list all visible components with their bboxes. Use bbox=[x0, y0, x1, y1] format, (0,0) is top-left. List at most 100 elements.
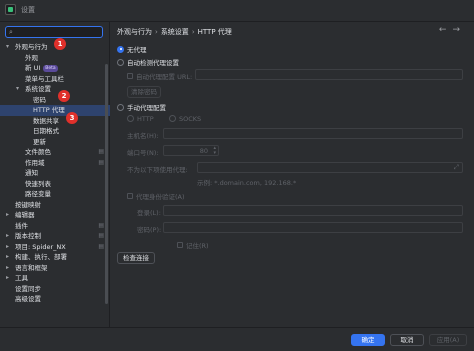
sidebar-item-label: 设置同步 bbox=[15, 284, 41, 293]
sidebar-item-label: 构建、执行、部署 bbox=[15, 253, 67, 261]
chevron-right-icon[interactable]: ▸ bbox=[6, 252, 9, 263]
settings-content: 外观与行为 › 系统设置 › HTTP 代理 ←→ 无代理 自动检测代理设置 自动代理配… bbox=[111, 22, 474, 327]
sidebar-item-label: 通知 bbox=[25, 169, 38, 177]
http-radio bbox=[127, 114, 134, 122]
sidebar-item[interactable]: HTTP 代理 bbox=[0, 105, 110, 116]
sidebar-item-label: 项目: Spider_NX bbox=[15, 242, 66, 251]
sidebar-item[interactable]: 文件颜色 ▤ bbox=[0, 147, 110, 158]
sidebar-item[interactable]: ▸ 版本控制 ▤ bbox=[0, 231, 110, 242]
sidebar-item-label: 插件 bbox=[15, 221, 28, 230]
chevron-down-icon[interactable]: ▾ bbox=[16, 84, 19, 95]
chevron-right-icon[interactable]: ▸ bbox=[6, 273, 9, 284]
sidebar-item[interactable]: 数据共享 bbox=[0, 116, 110, 127]
back-arrow-icon[interactable]: ← bbox=[439, 25, 453, 35]
auto-config-url-option: 自动代理配置 URL: bbox=[127, 71, 192, 81]
proxy-auth-label: 代理身份验证(A) bbox=[136, 193, 185, 201]
sidebar-item-label: 新 UI bbox=[25, 64, 41, 72]
sidebar-scrollbar[interactable] bbox=[105, 64, 108, 304]
auto-detect-radio[interactable] bbox=[117, 58, 124, 66]
sidebar-item[interactable]: ▸ 工具 bbox=[0, 273, 110, 284]
sidebar-item[interactable]: ▸ 编辑器 bbox=[0, 210, 110, 221]
no-proxy-option[interactable]: 无代理 bbox=[117, 44, 147, 54]
chevron-down-icon[interactable]: ▾ bbox=[6, 42, 9, 53]
annotation-marker-1: 1 bbox=[54, 38, 66, 50]
auto-detect-label: 自动检测代理设置 bbox=[127, 59, 179, 67]
auto-config-url-checkbox bbox=[127, 73, 133, 79]
sidebar-item[interactable]: ▸ 项目: Spider_NX ▤ bbox=[0, 242, 110, 253]
socks-radio bbox=[169, 114, 176, 122]
sidebar-item[interactable]: ▸ 语言和框架 bbox=[0, 263, 110, 274]
no-proxy-label: 无代理 bbox=[127, 46, 147, 54]
project-config-icon: ▤ bbox=[98, 242, 104, 250]
apply-button[interactable]: 应用(A) bbox=[429, 334, 467, 346]
sidebar-item-label: 菜单与工具栏 bbox=[25, 74, 64, 83]
auto-detect-option[interactable]: 自动检测代理设置 bbox=[117, 57, 179, 67]
port-label: 端口号(N): bbox=[127, 149, 159, 157]
project-config-icon: ▤ bbox=[98, 158, 104, 166]
breadcrumb-item[interactable]: 系统设置 bbox=[161, 28, 189, 36]
sidebar-item-label: 更新 bbox=[33, 137, 46, 146]
sidebar-item[interactable]: ▾ 系统设置 bbox=[0, 84, 110, 95]
host-label: 主机名(H): bbox=[127, 132, 159, 140]
search-input[interactable]: ⌕ bbox=[5, 26, 103, 38]
port-input: 80 ▴ ▾ bbox=[163, 145, 219, 156]
title-bar: 设置 bbox=[0, 0, 474, 22]
sidebar-item-label: 按键映射 bbox=[15, 200, 41, 209]
manual-proxy-option[interactable]: 手动代理配置 bbox=[117, 102, 166, 112]
sidebar-item[interactable]: 更新 bbox=[0, 137, 110, 148]
sidebar-item-label: 外观 bbox=[25, 53, 38, 62]
no-proxy-example: 示例: *.domain.com, 192.168.* bbox=[197, 179, 297, 187]
sidebar-item[interactable]: 通知 bbox=[0, 168, 110, 179]
manual-proxy-radio[interactable] bbox=[117, 103, 124, 111]
sidebar-item[interactable]: 按键映射 bbox=[0, 200, 110, 211]
socks-label: SOCKS bbox=[179, 115, 202, 123]
remember-label: 记住(R) bbox=[186, 242, 209, 250]
sidebar-item-label: 作用域 bbox=[25, 158, 45, 167]
forward-arrow-icon[interactable]: → bbox=[452, 25, 466, 35]
check-connection-button[interactable]: 检查连接 bbox=[117, 252, 155, 264]
breadcrumb-item[interactable]: 外观与行为 bbox=[117, 28, 152, 36]
port-spinner-icon: ▴ ▾ bbox=[213, 145, 216, 156]
annotation-marker-3: 3 bbox=[66, 112, 78, 124]
sidebar-item[interactable]: 高级设置 bbox=[0, 294, 110, 305]
project-config-icon: ▤ bbox=[98, 221, 104, 229]
sidebar-item[interactable]: 日期格式 bbox=[0, 126, 110, 137]
sidebar-item[interactable]: 作用域 ▤ bbox=[0, 158, 110, 169]
sidebar-item[interactable]: 设置同步 bbox=[0, 284, 110, 295]
sidebar-item-label: 日期格式 bbox=[33, 127, 59, 135]
chevron-right-icon[interactable]: ▸ bbox=[6, 263, 9, 274]
sidebar-item-label: 密码 bbox=[33, 95, 46, 104]
sidebar-item-label: 快速列表 bbox=[25, 179, 51, 188]
auto-config-url-label: 自动代理配置 URL: bbox=[136, 73, 193, 81]
breadcrumb-separator: › bbox=[155, 28, 158, 36]
remember-checkbox bbox=[177, 242, 183, 248]
no-proxy-radio[interactable] bbox=[117, 45, 124, 53]
project-config-icon: ▤ bbox=[98, 148, 104, 155]
app-logo-icon bbox=[5, 4, 16, 15]
sidebar-item-label: 外观与行为 bbox=[15, 43, 48, 51]
chevron-right-icon[interactable]: ▸ bbox=[6, 210, 9, 221]
sidebar-item[interactable]: 密码 bbox=[0, 95, 110, 106]
sidebar-item[interactable]: 插件 ▤ bbox=[0, 221, 110, 232]
sidebar-item[interactable]: 快速列表 bbox=[0, 179, 110, 190]
expand-field-icon: ⤢ bbox=[453, 163, 459, 171]
http-option: HTTP bbox=[127, 114, 154, 123]
sidebar-item[interactable]: 路径变量 bbox=[0, 189, 110, 200]
window-title: 设置 bbox=[21, 6, 35, 14]
sidebar-item[interactable]: 菜单与工具栏 bbox=[0, 74, 110, 85]
sidebar-item[interactable]: 新 UI Beta bbox=[0, 63, 110, 74]
chevron-right-icon[interactable]: ▸ bbox=[6, 242, 9, 253]
proxy-auth-checkbox bbox=[127, 193, 133, 199]
breadcrumb-current: HTTP 代理 bbox=[197, 28, 232, 36]
sidebar-item-label: 工具 bbox=[15, 274, 28, 282]
cancel-button[interactable]: 取消 bbox=[390, 334, 424, 346]
ok-button[interactable]: 确定 bbox=[351, 334, 385, 346]
settings-sidebar: ⌕ ▾ 外观与行为外观新 UI Beta 菜单与工具栏 ▾ 系统设置 密码 HTTP 代理 数据… bbox=[0, 22, 110, 327]
sidebar-item[interactable]: 外观 bbox=[0, 53, 110, 64]
project-config-icon: ▤ bbox=[98, 232, 104, 239]
login-input bbox=[163, 205, 463, 216]
no-proxy-for-input: ⤢ bbox=[197, 162, 463, 173]
sidebar-item[interactable]: ▸ 构建、执行、部署 bbox=[0, 252, 110, 263]
dialog-footer: 确定 取消 应用(A) bbox=[0, 327, 474, 351]
chevron-right-icon[interactable]: ▸ bbox=[6, 231, 9, 242]
